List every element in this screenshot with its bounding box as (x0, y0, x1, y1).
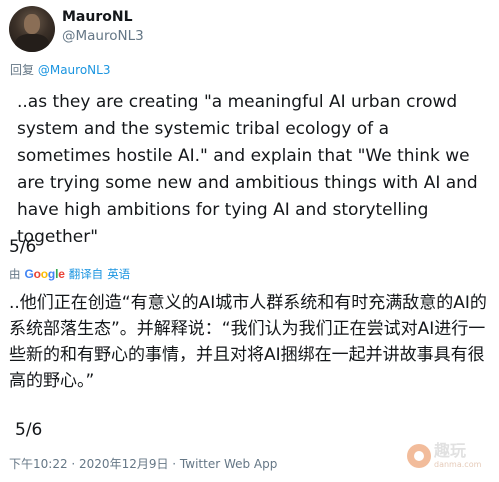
google-logo: Google (25, 267, 65, 281)
tweet-page-number: 5/6 (9, 237, 37, 257)
translation-link-prefix: 翻 (68, 267, 81, 281)
reply-prefix: 回复 (10, 63, 35, 77)
avatar-face (24, 14, 40, 34)
tweet-text-translated: ..他们正在创造“有意义的AI城市人群系统和有时充满敌意的AI的系统部落生态”。… (9, 293, 487, 391)
reply-line: 回复 @MauroNL3 (10, 61, 110, 78)
tweet-text-english: ..as they are creating "a meaningful AI … (17, 92, 478, 247)
watermark-main-text: 趣玩 (434, 441, 467, 460)
avatar-body (15, 34, 49, 52)
translation-source-language[interactable]: 英语 (107, 266, 130, 282)
google-logo-letter: G (24, 267, 34, 281)
translated-page-number: 5/6 (15, 420, 43, 440)
watermark: 趣玩 danma.com (407, 436, 493, 476)
watermark-logo-icon (407, 444, 431, 468)
watermark-text: 趣玩 danma.com (434, 443, 481, 469)
author-display-name[interactable]: MauroNL (62, 9, 133, 25)
google-logo-letter: e (58, 267, 65, 281)
google-logo-letter: g (47, 267, 56, 281)
google-logo-letter: o (40, 267, 48, 281)
translated-by-prefix: 由 (9, 267, 21, 281)
google-logo-letter: o (33, 267, 41, 281)
translated-by-line: 由 Google 翻译自 英语 (9, 266, 130, 282)
translation-link-suffix: 译自 (80, 267, 104, 281)
translation-link[interactable]: 翻译自 (69, 266, 104, 282)
watermark-sub-text: danma.com (434, 460, 482, 469)
author-handle[interactable]: @MauroNL3 (62, 28, 144, 44)
avatar[interactable] (9, 6, 55, 52)
reply-mention-link[interactable]: @MauroNL3 (38, 63, 111, 77)
tweet-timestamp-source[interactable]: 下午10:22 · 2020年12月9日 · Twitter Web App (9, 455, 277, 472)
